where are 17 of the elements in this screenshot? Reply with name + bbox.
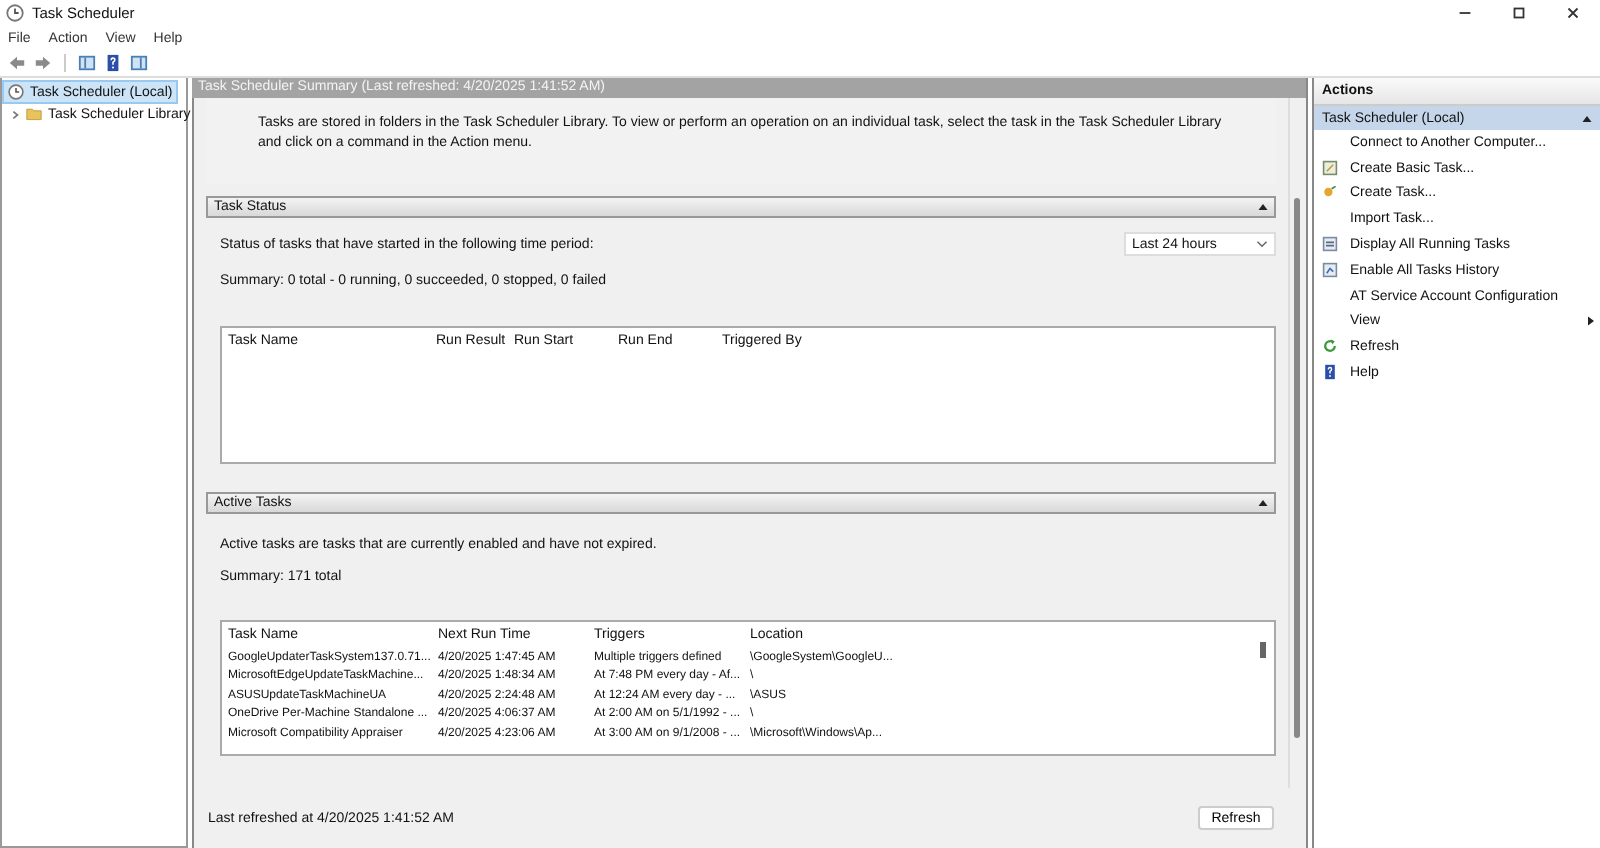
- help-icon[interactable]: [102, 52, 124, 74]
- maximize-icon[interactable]: [1510, 4, 1528, 22]
- back-icon[interactable]: [6, 52, 28, 74]
- refresh-icon: [1322, 338, 1338, 355]
- close-icon[interactable]: [1564, 4, 1582, 22]
- clock-icon: [8, 84, 24, 100]
- help-icon: [1322, 364, 1338, 381]
- scrollbar[interactable]: [1288, 98, 1306, 788]
- collapse-icon[interactable]: [1258, 500, 1268, 506]
- chevron-down-icon: [1256, 240, 1268, 248]
- list-icon: [1322, 236, 1338, 253]
- pane-icon[interactable]: [128, 52, 150, 74]
- forward-icon[interactable]: [32, 52, 54, 74]
- collapse-icon[interactable]: [1582, 115, 1592, 121]
- submenu-arrow-icon: [1588, 316, 1594, 327]
- collapse-icon[interactable]: [1258, 204, 1268, 210]
- pane-icon[interactable]: [76, 52, 98, 74]
